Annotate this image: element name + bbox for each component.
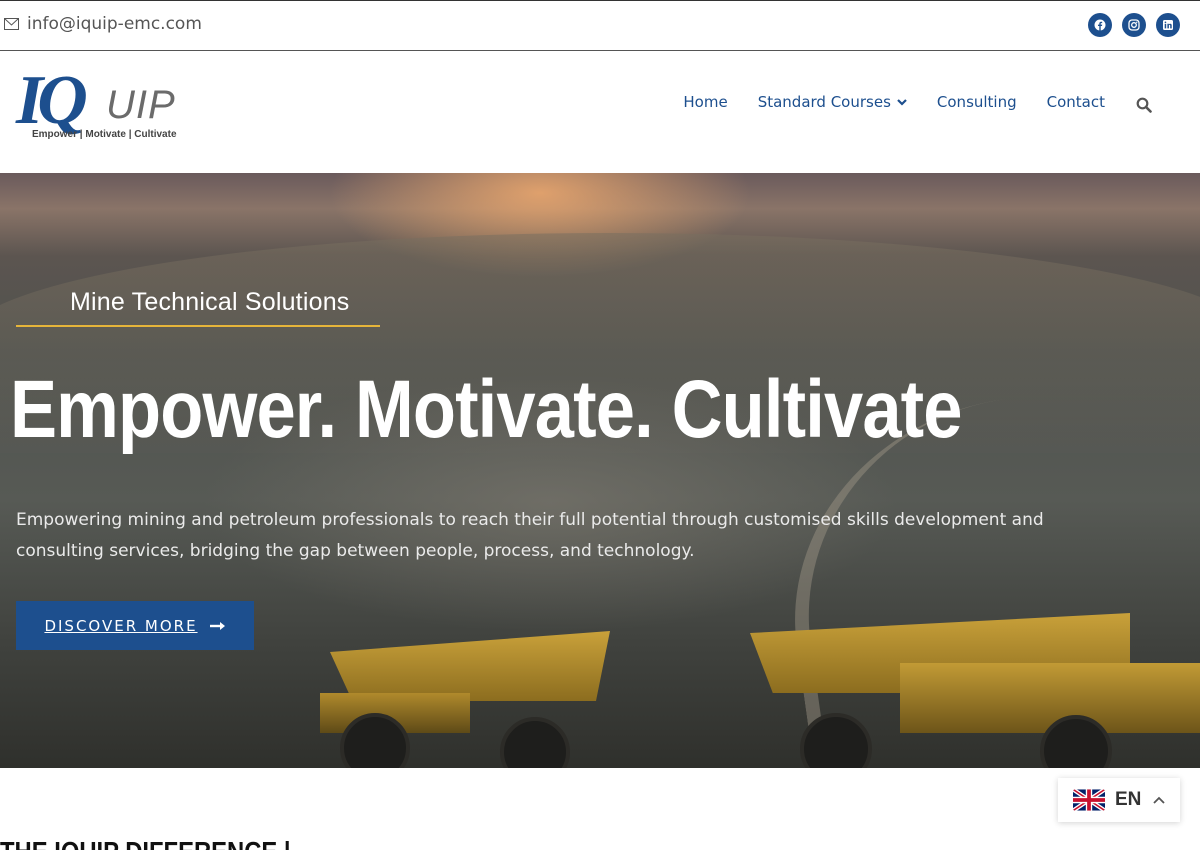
haul-truck-left: [300, 613, 640, 768]
social-links: [1088, 13, 1180, 37]
nav-contact[interactable]: Contact: [1047, 93, 1105, 111]
nav-standard-courses[interactable]: Standard Courses: [758, 93, 907, 111]
arrow-right-icon: [209, 621, 225, 630]
discover-more-button[interactable]: DISCOVER MORE: [16, 601, 254, 650]
search-icon[interactable]: [1136, 97, 1152, 113]
email-link[interactable]: info@iquip-emc.com: [4, 14, 202, 34]
envelope-icon: [4, 18, 19, 30]
instagram-icon[interactable]: [1122, 13, 1146, 37]
nav-home-label: Home: [683, 93, 728, 111]
nav-consulting-label: Consulting: [936, 93, 1017, 111]
email-text: info@iquip-emc.com: [27, 14, 202, 34]
haul-truck-right: [740, 603, 1200, 768]
discover-more-label: DISCOVER MORE: [44, 616, 198, 635]
logo-uip: UIP: [106, 83, 176, 127]
main-nav: Home Standard Courses Consulting Contact: [683, 93, 1105, 111]
nav-contact-label: Contact: [1046, 93, 1105, 111]
top-bar: info@iquip-emc.com: [0, 0, 1200, 51]
nav-standard-courses-label: Standard Courses: [757, 93, 891, 111]
linkedin-icon[interactable]: [1156, 13, 1180, 37]
subtitle-underline: [16, 325, 380, 327]
nav-consulting[interactable]: Consulting: [937, 93, 1017, 111]
site-logo[interactable]: IQ UIP Empower | Motivate | Cultivate: [16, 62, 196, 145]
hero-section: Mine Technical Solutions Empower. Motiva…: [0, 173, 1200, 768]
facebook-icon[interactable]: [1088, 13, 1112, 37]
language-switcher[interactable]: EN: [1058, 778, 1180, 822]
language-code: EN: [1115, 789, 1142, 810]
uk-flag-icon: [1073, 789, 1105, 811]
hero-description: Empowering mining and petroleum professi…: [16, 510, 1044, 561]
chevron-up-icon: [1153, 796, 1166, 804]
section-title: THE IQUIP DIFFERENCE |: [0, 836, 291, 850]
logo-tagline: Empower | Motivate | Cultivate: [32, 129, 177, 140]
nav-home[interactable]: Home: [683, 93, 727, 111]
chevron-down-icon: [897, 98, 907, 106]
hero-subtitle: Mine Technical Solutions: [70, 288, 350, 316]
site-header: IQ UIP Empower | Motivate | Cultivate Ho…: [0, 51, 1200, 173]
hero-headline: Empower. Motivate. Cultivate: [10, 364, 963, 455]
